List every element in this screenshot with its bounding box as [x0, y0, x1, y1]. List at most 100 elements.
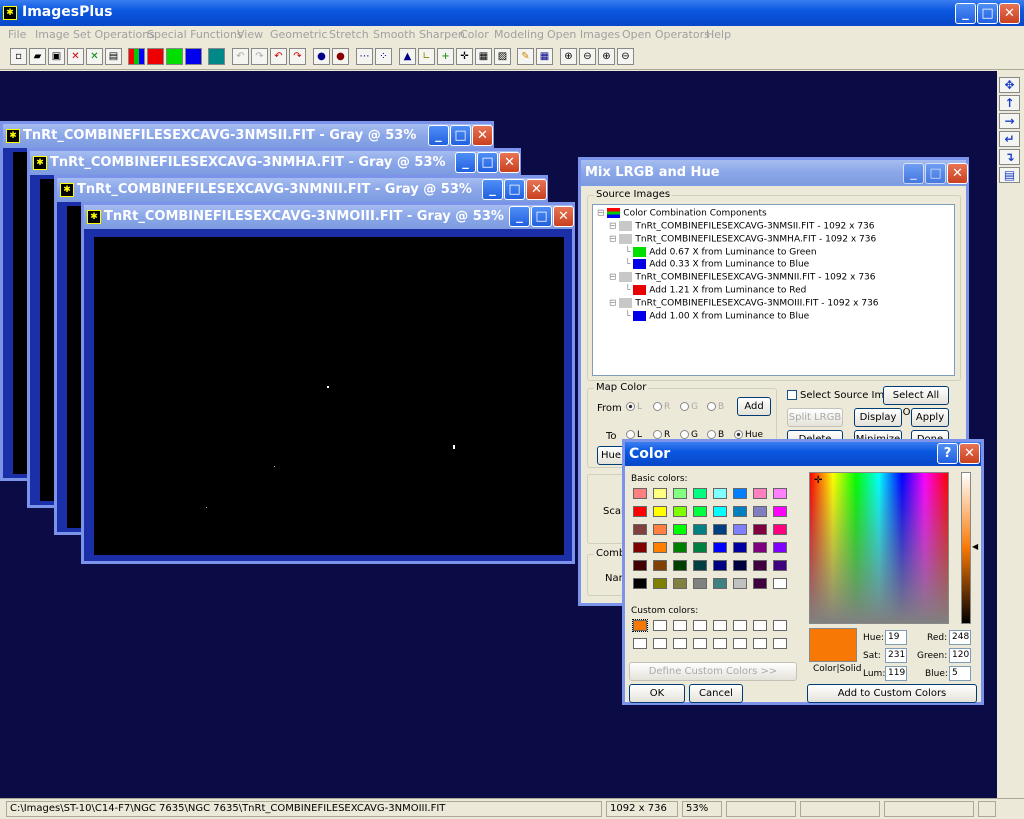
- image-window-oiii-titlebar[interactable]: ✱ TnRt_COMBINEFILESEXCAVG-3NMOIII.FIT - …: [84, 205, 574, 229]
- basic-color-swatch[interactable]: [713, 542, 727, 553]
- arrow-right-icon[interactable]: →: [999, 113, 1020, 129]
- custom-color-swatch[interactable]: [693, 638, 707, 649]
- target-red-icon[interactable]: ●: [332, 48, 349, 65]
- basic-color-swatch[interactable]: [673, 488, 687, 499]
- arrow-up-icon[interactable]: ↑: [999, 95, 1020, 111]
- basic-color-swatch[interactable]: [713, 560, 727, 571]
- points-icon[interactable]: ⁘: [375, 48, 392, 65]
- dots-icon[interactable]: ⋯: [356, 48, 373, 65]
- basic-color-swatch[interactable]: [693, 542, 707, 553]
- custom-color-swatch[interactable]: [673, 620, 687, 631]
- image-window-sii-titlebar[interactable]: ✱ TnRt_COMBINEFILESEXCAVG-3NMSII.FIT - G…: [3, 124, 493, 148]
- basic-color-swatch[interactable]: [653, 560, 667, 571]
- zoom-fit-icon[interactable]: ⊕: [598, 48, 615, 65]
- basic-color-swatch[interactable]: [673, 578, 687, 589]
- from-radio-b[interactable]: B: [707, 402, 724, 412]
- basic-color-swatch[interactable]: [633, 506, 647, 517]
- basic-color-swatch[interactable]: [713, 578, 727, 589]
- maximize-button[interactable]: □: [477, 152, 498, 173]
- move-icon[interactable]: ✛: [456, 48, 473, 65]
- close-button[interactable]: ✕: [553, 206, 574, 227]
- grid-select-icon[interactable]: ▦: [536, 48, 553, 65]
- custom-color-swatch[interactable]: [653, 620, 667, 631]
- red-field[interactable]: 248: [949, 630, 971, 645]
- custom-color-swatch[interactable]: [753, 638, 767, 649]
- color-dialog-titlebar[interactable]: Color ? ✕: [625, 442, 981, 466]
- maximize-button[interactable]: □: [504, 179, 525, 200]
- menu-view[interactable]: View: [237, 28, 263, 41]
- basic-color-swatch[interactable]: [633, 542, 647, 553]
- basic-color-swatch[interactable]: [773, 560, 787, 571]
- basic-color-swatch[interactable]: [633, 578, 647, 589]
- menu-color[interactable]: Color: [460, 28, 489, 41]
- basic-color-swatch[interactable]: [633, 488, 647, 499]
- color-dialog[interactable]: Color ? ✕ Basic colors: Custom colors: D…: [622, 439, 984, 705]
- new-icon[interactable]: ▫: [10, 48, 27, 65]
- cancel-button[interactable]: Cancel: [689, 684, 743, 703]
- tree-item[interactable]: └ Add 0.33 X from Luminance to Blue: [625, 259, 809, 270]
- sat-field[interactable]: 231: [885, 648, 907, 663]
- custom-color-swatch[interactable]: [693, 620, 707, 631]
- basic-color-swatch[interactable]: [693, 524, 707, 535]
- red-channel-icon[interactable]: [147, 48, 164, 65]
- from-radio-g[interactable]: G: [680, 402, 698, 412]
- target-blue-icon[interactable]: ●: [313, 48, 330, 65]
- mix-maximize-button[interactable]: □: [925, 163, 946, 184]
- tree-root[interactable]: ⊟ Color Combination Components: [597, 208, 767, 219]
- menu-special-functions[interactable]: Special Functions: [147, 28, 243, 41]
- image-window-oiii[interactable]: ✱ TnRt_COMBINEFILESEXCAVG-3NMOIII.FIT - …: [81, 202, 575, 564]
- app-close-button[interactable]: ✕: [999, 3, 1020, 24]
- maximize-button[interactable]: □: [450, 125, 471, 146]
- green-channel-icon[interactable]: [166, 48, 183, 65]
- lum-field[interactable]: 119: [885, 666, 907, 681]
- basic-color-swatch[interactable]: [633, 524, 647, 535]
- menu-help[interactable]: Help: [706, 28, 731, 41]
- table-icon[interactable]: ▦: [475, 48, 492, 65]
- basic-color-swatch[interactable]: [733, 524, 747, 535]
- basic-color-swatch[interactable]: [753, 560, 767, 571]
- basic-color-swatch[interactable]: [773, 506, 787, 517]
- basic-color-swatch[interactable]: [633, 560, 647, 571]
- mix-dialog-titlebar[interactable]: Mix LRGB and Hue _ □ ✕: [581, 160, 968, 186]
- source-tree[interactable]: ⊟ Color Combination Components ⊟ TnRt_CO…: [592, 204, 955, 376]
- close-button[interactable]: ✕: [526, 179, 547, 200]
- zoom-out-icon[interactable]: ⊖: [579, 48, 596, 65]
- minimize-button[interactable]: _: [509, 206, 530, 227]
- arrow-left-icon[interactable]: ↵: [999, 131, 1020, 147]
- custom-color-swatch[interactable]: [713, 620, 727, 631]
- close-all-icon[interactable]: ✕: [86, 48, 103, 65]
- tree-item[interactable]: └ Add 0.67 X from Luminance to Green: [625, 246, 817, 257]
- curve-icon[interactable]: ∟: [418, 48, 435, 65]
- zoom-actual-icon[interactable]: ⊖: [617, 48, 634, 65]
- luminance-arrow-icon[interactable]: ◀: [972, 542, 978, 551]
- basic-color-swatch[interactable]: [753, 542, 767, 553]
- from-radio-r[interactable]: R: [653, 402, 670, 412]
- grid-icon[interactable]: [208, 48, 225, 65]
- menu-modeling[interactable]: Modeling: [494, 28, 544, 41]
- tree-item[interactable]: ⊟ TnRt_COMBINEFILESEXCAVG-3NMOIII.FIT - …: [609, 297, 879, 308]
- apply-button[interactable]: Apply: [911, 408, 949, 427]
- basic-color-swatch[interactable]: [753, 578, 767, 589]
- menu-stretch[interactable]: Stretch: [329, 28, 369, 41]
- custom-color-swatch[interactable]: [753, 620, 767, 631]
- basic-color-swatch[interactable]: [673, 524, 687, 535]
- custom-color-swatch[interactable]: [632, 619, 648, 632]
- basic-color-swatch[interactable]: [773, 524, 787, 535]
- basic-color-swatch[interactable]: [693, 560, 707, 571]
- basic-color-swatch[interactable]: [653, 542, 667, 553]
- green-field[interactable]: 120: [949, 648, 971, 663]
- display-button[interactable]: Display: [854, 408, 902, 427]
- menu-geometric[interactable]: Geometric: [270, 28, 327, 41]
- redo-gray-icon[interactable]: ↷: [251, 48, 268, 65]
- close-button[interactable]: ✕: [499, 152, 520, 173]
- add-to-custom-colors-button[interactable]: Add to Custom Colors: [807, 684, 977, 703]
- image-window-nii-titlebar[interactable]: ✱ TnRt_COMBINEFILESEXCAVG-3NMNII.FIT - G…: [57, 178, 547, 202]
- tree-item[interactable]: ⊟ TnRt_COMBINEFILESEXCAVG-3NMSII.FIT - 1…: [609, 221, 875, 232]
- tree-item[interactable]: └ Add 1.21 X from Luminance to Red: [625, 285, 806, 296]
- custom-color-swatch[interactable]: [733, 620, 747, 631]
- basic-color-swatch[interactable]: [713, 524, 727, 535]
- custom-color-swatch[interactable]: [733, 638, 747, 649]
- basic-color-swatch[interactable]: [773, 578, 787, 589]
- basic-color-swatch[interactable]: [693, 578, 707, 589]
- basic-color-swatch[interactable]: [753, 488, 767, 499]
